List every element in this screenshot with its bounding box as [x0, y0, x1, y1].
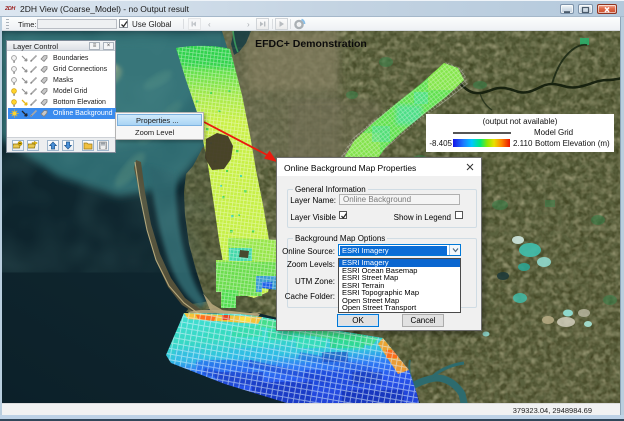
svg-text:EFDC+ Demonstration: EFDC+ Demonstration: [255, 38, 367, 50]
